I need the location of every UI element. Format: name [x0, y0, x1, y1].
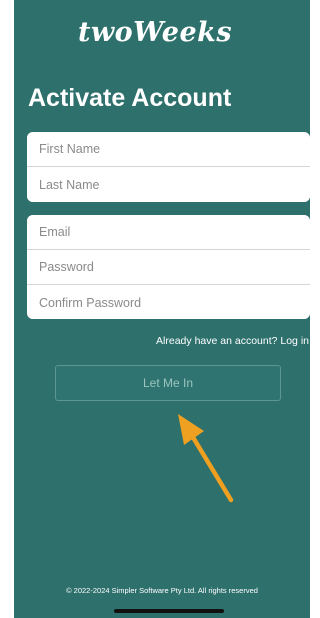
app-screen: twoWeeks Activate Account Already have a… — [14, 0, 310, 618]
copyright-footer: © 2022-2024 Simpler Software Pty Ltd. Al… — [66, 586, 258, 595]
credentials-card — [27, 215, 310, 319]
app-logo: twoWeeks — [77, 17, 233, 48]
let-me-in-button[interactable]: Let Me In — [55, 365, 281, 401]
password-field[interactable] — [27, 250, 310, 285]
login-link[interactable]: Already have an account? Log in — [156, 335, 309, 347]
name-fields-card — [27, 132, 310, 202]
page-title: Activate Account — [28, 84, 232, 112]
first-name-field[interactable] — [27, 132, 310, 167]
confirm-password-field[interactable] — [27, 285, 310, 319]
home-indicator — [114, 609, 224, 613]
email-field[interactable] — [27, 215, 310, 250]
last-name-field[interactable] — [27, 167, 310, 202]
arrow-icon — [178, 414, 234, 503]
